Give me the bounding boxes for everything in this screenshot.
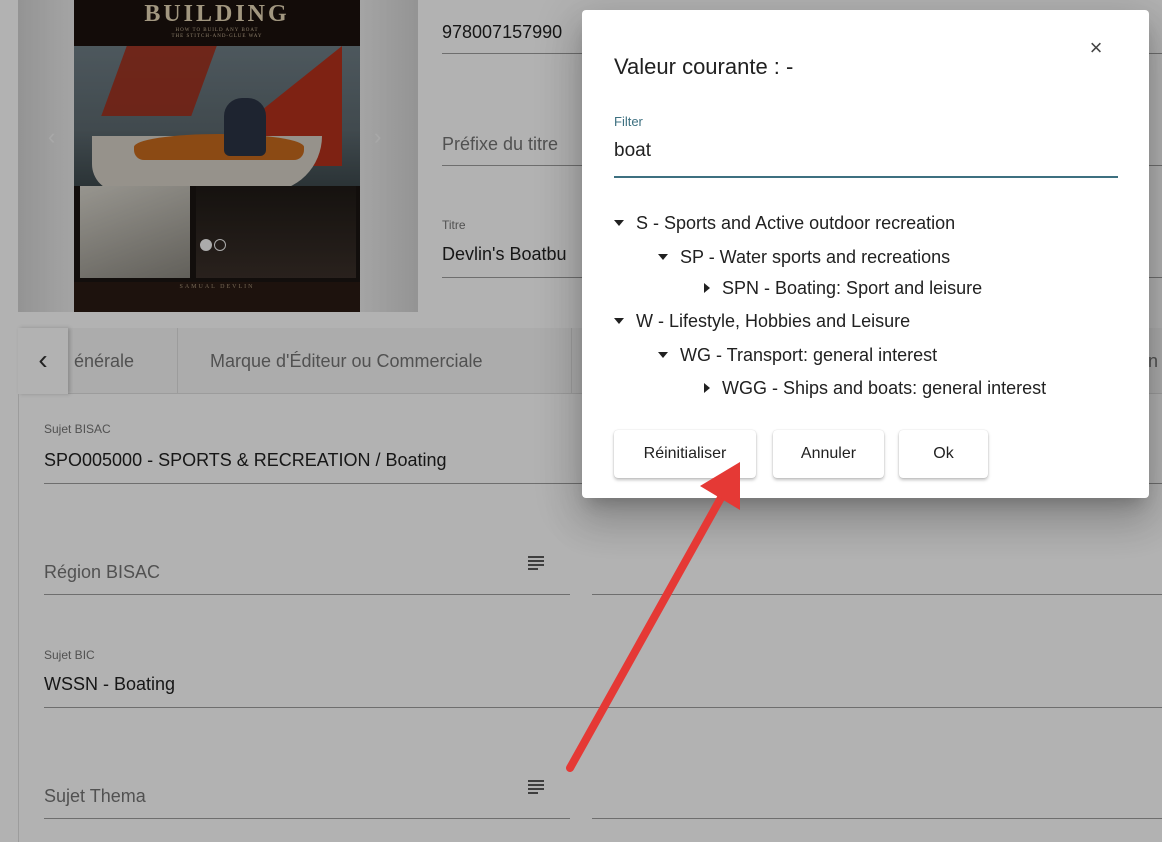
tree-node[interactable]: WG - Transport: general interest [658,344,937,366]
caret-down-icon[interactable] [614,318,624,324]
dialog-title: Valeur courante : - [614,54,794,79]
filter-input[interactable] [614,140,1118,162]
filter-field[interactable]: Filter [614,114,1118,178]
tree-node-label: W - Lifestyle, Hobbies and Leisure [636,311,911,331]
tree-node[interactable]: SPN - Boating: Sport and leisure [704,277,982,299]
cancel-button[interactable]: Annuler [773,430,884,478]
close-icon[interactable]: × [1086,37,1106,59]
reset-button[interactable]: Réinitialiser [614,430,756,478]
ok-button[interactable]: Ok [899,430,988,478]
caret-down-icon[interactable] [614,220,624,226]
tree-node-label: SPN - Boating: Sport and leisure [722,278,983,298]
tree-node[interactable]: S - Sports and Active outdoor recreation [614,212,955,234]
caret-right-icon[interactable] [704,383,710,393]
caret-down-icon[interactable] [658,352,668,358]
tree-node-label: WGG - Ships and boats: general interest [722,378,1047,398]
tree-node-label: SP - Water sports and recreations [680,247,951,267]
tree-node[interactable]: SP - Water sports and recreations [658,246,950,268]
tree-node-label: WG - Transport: general interest [680,345,938,365]
tree-node[interactable]: WGG - Ships and boats: general interest [704,377,1046,399]
caret-right-icon[interactable] [704,283,710,293]
caret-down-icon[interactable] [658,254,668,260]
tree-node-label: S - Sports and Active outdoor recreation [636,213,956,233]
tree-node[interactable]: W - Lifestyle, Hobbies and Leisure [614,310,910,332]
filter-label: Filter [614,114,643,129]
thema-picker-dialog: Valeur courante : - × Filter S - Sports … [582,10,1149,498]
